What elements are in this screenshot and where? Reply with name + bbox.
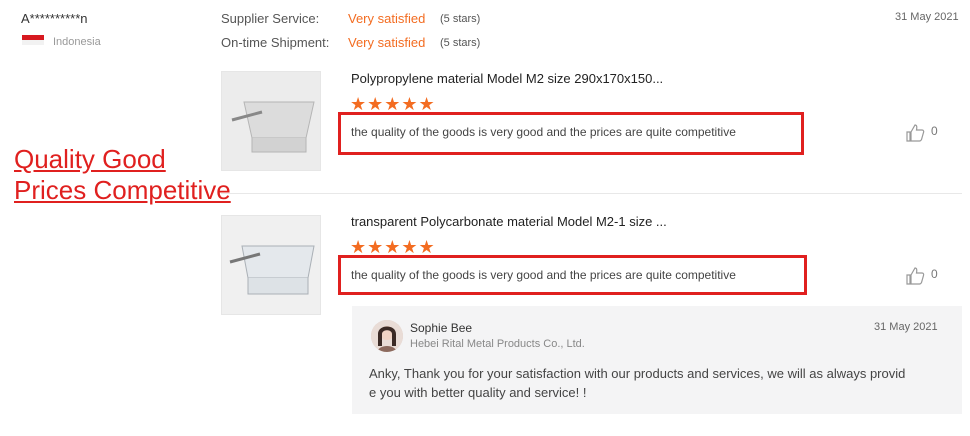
indonesia-flag-icon bbox=[22, 35, 44, 45]
product-star-rating: ★★★★★ bbox=[350, 237, 436, 257]
product-thumbnail[interactable] bbox=[221, 71, 321, 171]
product-star-rating: ★★★★★ bbox=[350, 94, 436, 114]
like-button[interactable] bbox=[905, 124, 925, 147]
item-divider bbox=[221, 193, 962, 194]
like-button[interactable] bbox=[905, 267, 925, 290]
reply-company: Hebei Rital Metal Products Co., Ltd. bbox=[410, 338, 585, 350]
supplier-service-value: Very satisfied bbox=[348, 11, 426, 26]
supplier-service-stars: (5 stars) bbox=[440, 13, 481, 25]
reply-message: Anky, Thank you for your satisfaction wi… bbox=[369, 364, 949, 402]
product-title[interactable]: Polypropylene material Model M2 size 290… bbox=[351, 71, 663, 86]
product-thumbnail[interactable] bbox=[221, 215, 321, 315]
reply-message-line: e you with better quality and service! ! bbox=[369, 385, 587, 400]
like-count: 0 bbox=[931, 124, 938, 138]
like-count: 0 bbox=[931, 267, 938, 281]
thumbs-up-icon bbox=[906, 124, 925, 142]
review-text: the quality of the goods is very good an… bbox=[351, 125, 736, 139]
avatar bbox=[371, 320, 403, 352]
shipment-value: Very satisfied bbox=[348, 35, 426, 50]
buyer-country: Indonesia bbox=[53, 36, 101, 48]
review-text: the quality of the goods is very good an… bbox=[351, 268, 736, 282]
reply-author-name: Sophie Bee bbox=[410, 321, 473, 335]
shipment-stars: (5 stars) bbox=[440, 37, 481, 49]
annotation-quality-good: Quality Good bbox=[14, 144, 166, 174]
reply-message-line: Anky, Thank you for your satisfaction wi… bbox=[369, 366, 906, 381]
review-date: 31 May 2021 bbox=[895, 11, 959, 23]
buyer-name: A**********n bbox=[21, 11, 88, 26]
reply-date: 31 May 2021 bbox=[874, 321, 938, 333]
shipment-label: On-time Shipment: bbox=[221, 35, 330, 50]
annotation-prices-competitive: Prices Competitive bbox=[14, 175, 231, 205]
basket-image-icon bbox=[222, 216, 320, 314]
basket-image-icon bbox=[222, 72, 320, 170]
product-title[interactable]: transparent Polycarbonate material Model… bbox=[351, 214, 667, 229]
supplier-service-label: Supplier Service: bbox=[221, 11, 320, 26]
thumbs-up-icon bbox=[906, 267, 925, 285]
